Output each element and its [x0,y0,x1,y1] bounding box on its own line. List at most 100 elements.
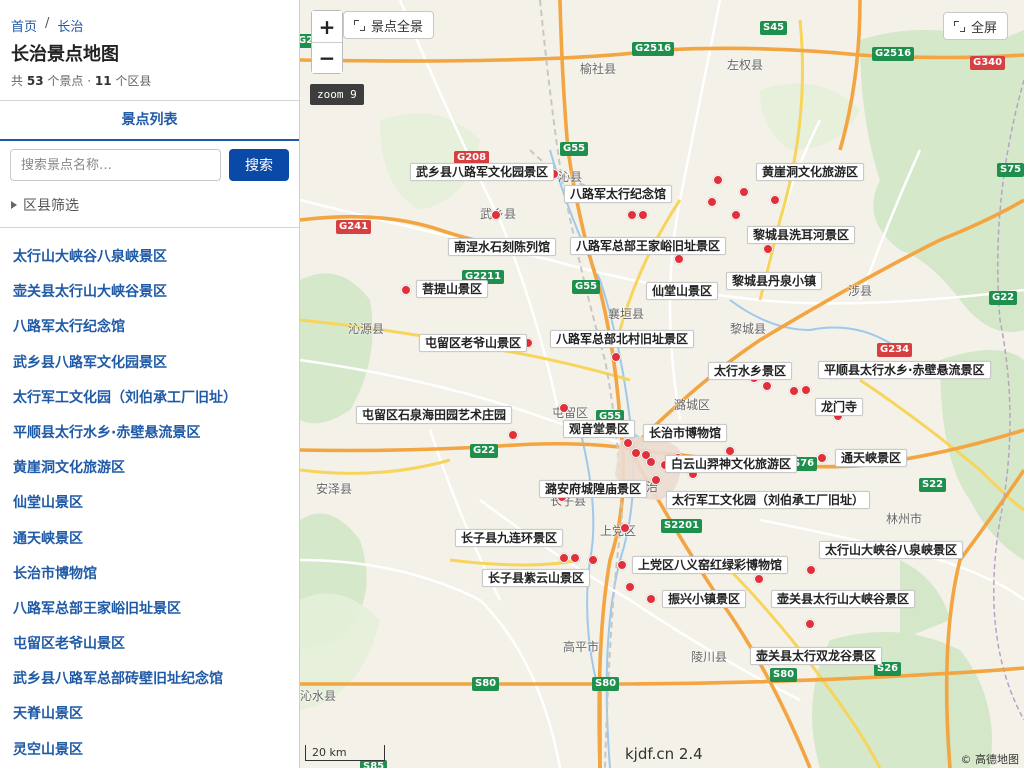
place-name: 高平市 [563,640,600,654]
map-marker-icon[interactable] [611,352,621,362]
summary-spots-unit: 个景点 · [47,74,92,88]
poi-label[interactable]: 长子县九连环景区 [455,529,564,547]
map-marker-icon[interactable] [805,619,815,629]
watermark: kjdf.cn 2.4 [625,745,703,763]
map-marker-icon[interactable] [638,210,648,220]
spot-list-item[interactable]: 仙堂山景区 [0,486,299,521]
poi-label[interactable]: 菩提山景区 [416,280,489,298]
poi-label[interactable]: 南涅水石刻陈列馆 [448,238,557,256]
map-marker-icon[interactable] [401,285,411,295]
poi-label[interactable]: 八路军总部王家峪旧址景区 [570,237,727,255]
map-marker-icon[interactable] [620,523,630,533]
poi-label[interactable]: 壶关县太行双龙谷景区 [750,647,883,665]
breadcrumb: 首页 / 长治 [11,16,83,35]
tab-spot-list[interactable]: 景点列表 [0,101,299,141]
spot-count: 53 [26,74,44,88]
poi-label[interactable]: 太行水乡景区 [708,362,793,380]
search-input[interactable] [10,149,221,181]
spot-list-item[interactable]: 黄崖洞文化旅游区 [0,451,299,486]
map-marker-icon[interactable] [713,175,723,185]
zoom-in-button[interactable]: + [312,11,342,42]
poi-label[interactable]: 黄崖洞文化旅游区 [756,163,865,181]
spot-list-item[interactable]: 壶关县太行山大峡谷景区 [0,275,299,310]
map-marker-icon[interactable] [731,210,741,220]
place-name: 安泽县 [316,482,353,496]
fullscreen-button[interactable]: 全屏 [943,12,1009,40]
map-marker-icon[interactable] [627,210,637,220]
map-marker-icon[interactable] [623,438,633,448]
poi-label[interactable]: 长子县紫云山景区 [482,569,591,587]
place-name: 屯留区 [552,406,589,420]
poi-label[interactable]: 屯留区石泉海田园艺术庄园 [356,406,513,424]
map-marker-icon[interactable] [763,244,773,254]
spot-list-item[interactable]: 屯留区老爷山景区 [0,627,299,662]
poi-label[interactable]: 武乡县八路军文化园景区 [410,163,555,181]
map-marker-icon[interactable] [762,381,772,391]
spot-list-item[interactable]: 长治市博物馆 [0,557,299,592]
poi-label[interactable]: 振兴小镇景区 [662,590,747,608]
expand-icon [354,19,365,31]
poi-label[interactable]: 太行军工文化园（刘伯承工厂旧址） [666,491,871,509]
map-marker-icon[interactable] [646,457,656,467]
map-marker-icon[interactable] [817,453,827,463]
map-marker-icon[interactable] [631,448,641,458]
spot-list-item[interactable]: 平顺县太行水乡·赤壁悬流景区 [0,416,299,451]
map-marker-icon[interactable] [588,555,598,565]
breadcrumb-home-link[interactable]: 首页 [11,16,37,35]
poi-label[interactable]: 上党区八义窑红绿彩博物馆 [632,556,789,574]
view-all-spots-button[interactable]: 景点全景 [343,11,435,39]
map-marker-icon[interactable] [739,187,749,197]
poi-label[interactable]: 黎城县丹泉小镇 [726,272,823,290]
breadcrumb-city-link[interactable]: 长治 [57,16,83,35]
search-button[interactable]: 搜索 [229,149,289,181]
district-filter-toggle[interactable]: 区县筛选 [11,195,79,215]
road-shield: S85 [360,760,388,768]
spot-list-item[interactable]: 天脊山景区 [0,697,299,732]
spot-list-item[interactable]: 武乡县八路军文化园景区 [0,346,299,381]
map-marker-icon[interactable] [651,475,661,485]
map-marker-icon[interactable] [707,197,717,207]
map-marker-icon[interactable] [491,210,501,220]
map-marker-icon[interactable] [789,386,799,396]
map-marker-icon[interactable] [770,195,780,205]
poi-label[interactable]: 龙门寺 [815,398,864,416]
map-marker-icon[interactable] [806,565,816,575]
place-name: 沁县 [558,170,583,184]
map-marker-icon[interactable] [570,553,580,563]
map-marker-icon[interactable] [559,403,569,413]
spot-list-item[interactable]: 太行军工文化园（刘伯承工厂旧址） [0,381,299,416]
spot-list-item[interactable]: 八路军总部王家峪旧址景区 [0,592,299,627]
zoom-out-button[interactable]: − [312,42,342,73]
page-title: 长治景点地图 [11,44,119,65]
poi-label[interactable]: 八路军总部北村旧址景区 [550,330,695,348]
spot-list-item[interactable]: 灵空山景区 [0,733,299,768]
poi-label[interactable]: 仙堂山景区 [646,282,719,300]
map-marker-icon[interactable] [801,385,811,395]
road-shield: G22 [470,444,499,458]
poi-label[interactable]: 八路军太行纪念馆 [564,185,673,203]
spot-list-item[interactable]: 通天峡景区 [0,522,299,557]
poi-label[interactable]: 通天峡景区 [835,449,908,467]
map-marker-icon[interactable] [559,553,569,563]
poi-label[interactable]: 屯留区老爷山景区 [419,334,528,352]
road-shield: G234 [877,343,913,357]
map-marker-icon[interactable] [646,594,656,604]
poi-label[interactable]: 平顺县太行水乡·赤壁悬流景区 [818,361,991,379]
poi-label[interactable]: 长治市博物馆 [643,424,728,442]
map-marker-icon[interactable] [754,574,764,584]
poi-label[interactable]: 黎城县洗耳河景区 [747,226,856,244]
poi-label[interactable]: 观音堂景区 [563,420,636,438]
poi-label[interactable]: 白云山羿神文化旅游区 [665,455,798,473]
map-marker-icon[interactable] [508,430,518,440]
place-name: 黎城县 [730,322,767,336]
map-view[interactable]: 榆社县左权县沁源县襄垣县黎城县潞城区涉县长治安泽县长子县上党区林州市高平市陵川县… [300,0,1024,768]
poi-label[interactable]: 潞安府城隍庙景区 [539,480,648,498]
poi-label[interactable]: 太行山大峡谷八泉峡景区 [819,541,964,559]
spot-list-item[interactable]: 八路军太行纪念馆 [0,310,299,345]
spot-list-item[interactable]: 武乡县八路军总部砖壁旧址纪念馆 [0,662,299,697]
map-marker-icon[interactable] [625,582,635,592]
spot-list-item[interactable]: 太行山大峡谷八泉峡景区 [0,240,299,275]
map-marker-icon[interactable] [674,254,684,264]
map-marker-icon[interactable] [617,560,627,570]
poi-label[interactable]: 壶关县太行山大峡谷景区 [771,590,916,608]
